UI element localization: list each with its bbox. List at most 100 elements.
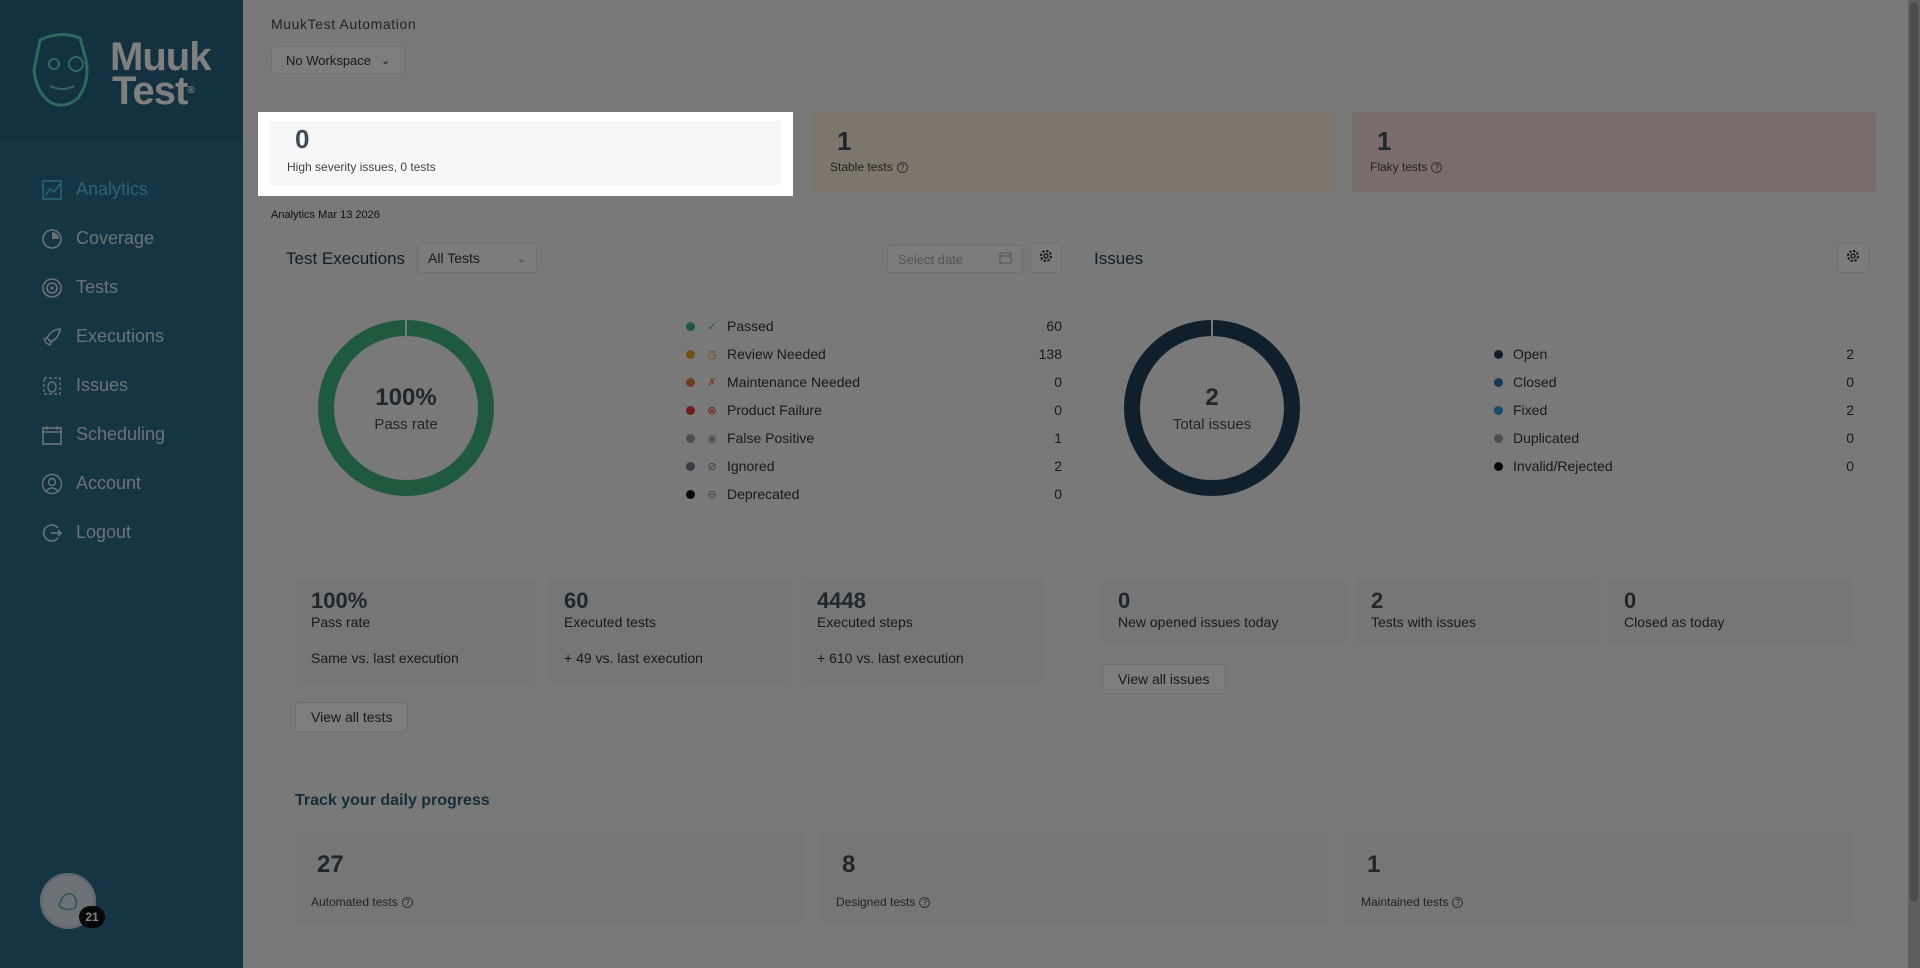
legend-item-false-positive[interactable]: ◉ False Positive 1 [686,424,1062,452]
legend-item-ignored[interactable]: ⊘ Ignored 2 [686,452,1062,480]
user-icon [40,472,64,496]
total-issues-value: 2 [1205,383,1219,411]
card-value: 27 [317,851,344,878]
highlighted-high-severity-card[interactable]: 0 High severity issues, 0 tests [258,112,793,196]
legend-label: Review Needed [727,346,826,362]
legend-item-invalid-rejected[interactable]: Invalid/Rejected 0 [1494,452,1854,480]
legend-item-fixed[interactable]: Fixed 2 [1494,396,1854,424]
sidebar-item-tests[interactable]: Tests [0,263,243,312]
pie-icon [40,227,64,251]
help-icon[interactable]: ? [1452,896,1464,908]
workspace-label: No Workspace [286,52,372,68]
automated-tests-card[interactable]: 27 Automated tests? [295,833,803,923]
stat-label: Executed tests [564,614,656,630]
help-icon[interactable]: ? [896,161,908,173]
designed-tests-card[interactable]: 8 Designed tests? [820,833,1328,923]
scrollbar-thumb[interactable] [1910,2,1918,902]
sidebar-item-logout[interactable]: Logout [0,508,243,557]
legend-item-duplicated[interactable]: Duplicated 0 [1494,424,1854,452]
legend-value: 2 [1054,458,1062,474]
legend-label: Duplicated [1513,430,1580,446]
help-icon[interactable]: ? [919,896,931,908]
sidebar-item-label: Account [76,473,142,493]
legend-label: Ignored [727,458,775,474]
stat-label: Pass rate [311,614,371,630]
legend-dot [686,349,695,359]
legend-value: 1 [1054,430,1062,446]
notification-badge[interactable]: 21 [79,906,105,928]
legend-dot [1494,377,1503,387]
sidebar-item-coverage[interactable]: Coverage [0,214,243,263]
flaky-tests-value: 1 [1377,126,1392,156]
legend-item-product-failure[interactable]: ⊗ Product Failure 0 [686,396,1062,424]
card-caption: Automated tests? [311,895,413,909]
legend-value: 0 [1846,374,1854,390]
gear-icon [1845,248,1861,269]
view-all-issues-button[interactable]: View all issues [1102,664,1226,694]
flaky-tests-card[interactable]: 1 Flaky tests? [1352,112,1876,192]
legend-dot [686,377,695,387]
legend-label: Invalid/Rejected [1513,458,1613,474]
rocket-icon [40,325,64,349]
maintained-tests-card[interactable]: 1 Maintained tests? [1345,833,1853,923]
legend-label: False Positive [727,430,815,446]
test-executions-title: Test Executions [286,249,406,268]
ban-icon: ⊘ [707,460,717,473]
minus-circle-icon: ⊖ [707,488,717,501]
legend-value: 60 [1046,318,1062,334]
chevron-down-icon: ⌄ [516,252,526,265]
calendar-icon [999,251,1012,267]
pass-rate-value: 100% [375,383,437,411]
legend-item-deprecated[interactable]: ⊖ Deprecated 0 [686,480,1062,508]
sidebar-item-label: Executions [76,326,165,346]
legend-dot [686,461,695,471]
stat-value: 60 [564,588,589,613]
stat-compare: + 49 vs. last execution [564,650,703,666]
legend-value: 138 [1038,346,1062,362]
check-circle-icon: ✓ [707,320,717,333]
issues-legend: Open 2 Closed 0 Fixed 2 Duplicated 0 Invalid… [1494,340,1854,480]
stable-tests-card[interactable]: 1 Stable tests? [812,112,1335,192]
date-placeholder: Select date [898,251,964,267]
stable-tests-caption: Stable tests? [830,160,908,174]
executions-settings-button[interactable] [1030,243,1062,273]
legend-value: 2 [1846,346,1854,362]
legend-item-open[interactable]: Open 2 [1494,340,1854,368]
legend-dot [1494,349,1503,359]
date-input[interactable]: Select date [887,245,1023,273]
sidebar-item-issues[interactable]: Issues [0,361,243,410]
tests-filter-select[interactable]: All Tests ⌄ [417,243,537,273]
legend-value: 0 [1054,402,1062,418]
workspace-select[interactable]: No Workspace ⌄ [271,46,406,74]
legend-label: Maintenance Needed [727,374,861,390]
legend-item-passed[interactable]: ✓ Passed 60 [686,312,1062,340]
legend-label: Open [1513,346,1548,362]
legend-dot [686,489,695,499]
stable-tests-value: 1 [837,126,852,156]
legend-item-review-needed[interactable]: ◷ Review Needed 138 [686,340,1062,368]
stat-executed-steps: 4448 Executed steps + 610 vs. last execu… [801,578,1045,682]
issues-title: Issues [1094,249,1144,268]
sidebar-item-executions[interactable]: Executions [0,312,243,361]
logo[interactable]: Muuk Test® [0,0,243,140]
clock-icon: ◷ [707,348,717,361]
help-icon[interactable]: ? [401,896,413,908]
sidebar-item-account[interactable]: Account [0,459,243,508]
sidebar-item-analytics[interactable]: Analytics [0,165,243,214]
legend-dot [1494,461,1503,471]
legend-item-closed[interactable]: Closed 0 [1494,368,1854,396]
sidebar-item-label: Tests [76,277,119,297]
analytics-date: Analytics Mar 13 2026 [271,209,380,221]
legend-value: 2 [1846,402,1854,418]
view-all-tests-button[interactable]: View all tests [295,702,409,732]
high-severity-value: 0 [295,124,310,154]
help-icon[interactable]: ? [1431,161,1443,173]
bug-icon [40,374,64,398]
x-circle-icon: ⊗ [707,404,717,417]
legend-item-maintenance-needed[interactable]: ✗ Maintenance Needed 0 [686,368,1062,396]
issues-settings-button[interactable] [1837,243,1869,273]
stat-label: Closed as today [1624,614,1725,630]
page-scrollbar[interactable] [1908,0,1920,968]
sidebar-item-scheduling[interactable]: Scheduling [0,410,243,459]
sidebar-item-label: Analytics [76,179,149,199]
